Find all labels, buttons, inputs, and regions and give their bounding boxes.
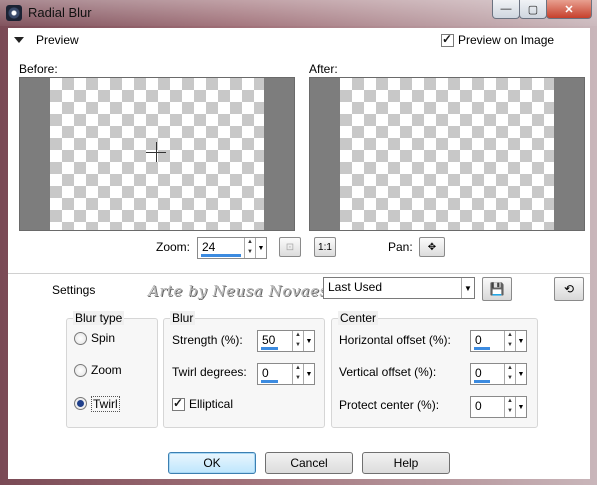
protect-center-label: Protect center (%): xyxy=(339,398,440,412)
preview-on-image-box[interactable] xyxy=(441,32,454,47)
protect-down-icon[interactable]: ▼ xyxy=(505,407,515,417)
horizontal-slider-bar[interactable] xyxy=(474,347,490,350)
protect-center-value[interactable]: 0 xyxy=(475,399,482,413)
horizontal-offset-value[interactable]: 0 xyxy=(475,333,482,347)
vertical-up-icon[interactable]: ▲ xyxy=(505,364,515,374)
before-checkerboard xyxy=(50,78,264,230)
minimize-button[interactable]: — xyxy=(492,0,520,19)
zoom-up-icon[interactable]: ▲ xyxy=(245,238,255,248)
protect-up-icon[interactable]: ▲ xyxy=(505,397,515,407)
reset-button[interactable]: ⟲ xyxy=(554,277,584,301)
collapse-triangle-icon xyxy=(14,37,24,43)
window-title: Radial Blur xyxy=(28,5,92,20)
strength-slider-bar[interactable] xyxy=(261,347,278,350)
zoom-radio-label[interactable]: Zoom xyxy=(91,363,122,377)
chevron-down-icon[interactable]: ▼ xyxy=(461,278,474,298)
save-preset-button[interactable]: 💾 xyxy=(482,277,512,301)
horizontal-offset-spinbox[interactable]: 0 ▲ ▼ ▼ xyxy=(470,330,527,352)
after-preview xyxy=(309,77,585,231)
preview-on-image-label: Preview on Image xyxy=(458,33,555,47)
pan-button[interactable]: ✥ xyxy=(419,237,445,257)
vertical-offset-spinbox[interactable]: 0 ▲ ▼ ▼ xyxy=(470,363,527,385)
vertical-offset-value[interactable]: 0 xyxy=(475,366,482,380)
zoom-label: Zoom: xyxy=(156,240,191,254)
ok-button[interactable]: OK xyxy=(168,452,256,474)
vertical-down-icon[interactable]: ▼ xyxy=(505,374,515,384)
center-title: Center xyxy=(338,311,379,325)
twirl-degrees-value[interactable]: 0 xyxy=(262,366,269,380)
preview-section-label: Preview xyxy=(36,33,79,47)
settings-label: Settings xyxy=(52,283,96,297)
twirl-down-icon[interactable]: ▼ xyxy=(293,374,303,384)
twirl-degrees-spinbox[interactable]: 0 ▲ ▼ ▼ xyxy=(257,363,315,385)
zoom-value[interactable]: 24 xyxy=(202,240,215,254)
watermark-text: Arte by Neusa Novaes xyxy=(148,282,328,300)
preview-on-image-checkbox[interactable]: Preview on Image xyxy=(441,32,555,47)
twirl-radio[interactable] xyxy=(74,397,87,410)
twirl-label[interactable]: Twirl xyxy=(91,396,120,412)
spin-label[interactable]: Spin xyxy=(91,331,115,345)
vertical-dropdown-icon[interactable]: ▼ xyxy=(515,364,526,384)
elliptical-label: Elliptical xyxy=(189,397,234,411)
strength-up-icon[interactable]: ▲ xyxy=(293,331,303,341)
zoom-spinbox[interactable]: 24 ▲ ▼ ▼ xyxy=(197,237,267,259)
twirl-dropdown-icon[interactable]: ▼ xyxy=(303,364,314,384)
vertical-offset-label: Vertical offset (%): xyxy=(339,365,437,379)
maximize-button[interactable]: ▢ xyxy=(519,0,547,19)
zoom-down-icon[interactable]: ▼ xyxy=(245,248,255,258)
preset-combobox[interactable]: Last Used ▼ xyxy=(323,277,475,299)
preview-toggle[interactable]: Preview xyxy=(14,33,79,47)
blur-type-title: Blur type xyxy=(73,311,125,325)
protect-center-spinbox[interactable]: 0 ▲ ▼ ▼ xyxy=(470,396,527,418)
horizontal-down-icon[interactable]: ▼ xyxy=(505,341,515,351)
twirl-slider-bar[interactable] xyxy=(261,380,278,383)
close-button[interactable]: ✕ xyxy=(546,0,592,19)
vertical-slider-bar[interactable] xyxy=(474,380,490,383)
strength-down-icon[interactable]: ▼ xyxy=(293,341,303,351)
cancel-button[interactable]: Cancel xyxy=(265,452,353,474)
zoom-radio[interactable] xyxy=(74,364,87,377)
strength-spinbox[interactable]: 50 ▲ ▼ ▼ xyxy=(257,330,315,352)
crosshair-icon-vertical xyxy=(156,142,157,162)
elliptical-box[interactable] xyxy=(172,396,185,411)
horizontal-offset-label: Horizontal offset (%): xyxy=(339,333,451,347)
protect-dropdown-icon[interactable]: ▼ xyxy=(515,397,526,417)
app-icon xyxy=(6,5,22,21)
zoom-slider-bar[interactable] xyxy=(201,254,241,257)
floppy-disk-icon: 💾 xyxy=(489,282,505,296)
zoom-actual-size-button[interactable]: 1:1 xyxy=(314,237,336,257)
help-button[interactable]: Help xyxy=(362,452,450,474)
pan-label: Pan: xyxy=(388,240,413,254)
blur-title: Blur xyxy=(170,311,196,325)
twirl-degrees-label: Twirl degrees: xyxy=(172,365,247,379)
zoom-dropdown-icon[interactable]: ▼ xyxy=(255,238,266,258)
strength-dropdown-icon[interactable]: ▼ xyxy=(303,331,314,351)
before-preview[interactable] xyxy=(19,77,295,231)
horizontal-dropdown-icon[interactable]: ▼ xyxy=(515,331,526,351)
strength-label: Strength (%): xyxy=(172,333,243,347)
preset-value[interactable]: Last Used xyxy=(324,278,461,298)
strength-value[interactable]: 50 xyxy=(262,333,275,347)
after-label: After: xyxy=(309,62,338,76)
elliptical-checkbox[interactable]: Elliptical xyxy=(172,396,234,411)
twirl-up-icon[interactable]: ▲ xyxy=(293,364,303,374)
after-checkerboard xyxy=(340,78,554,230)
reset-icon: ⟲ xyxy=(563,282,575,296)
horizontal-up-icon[interactable]: ▲ xyxy=(505,331,515,341)
zoom-fit-button[interactable]: ⊡ xyxy=(279,237,301,257)
spin-radio[interactable] xyxy=(74,332,87,345)
before-label: Before: xyxy=(19,62,58,76)
